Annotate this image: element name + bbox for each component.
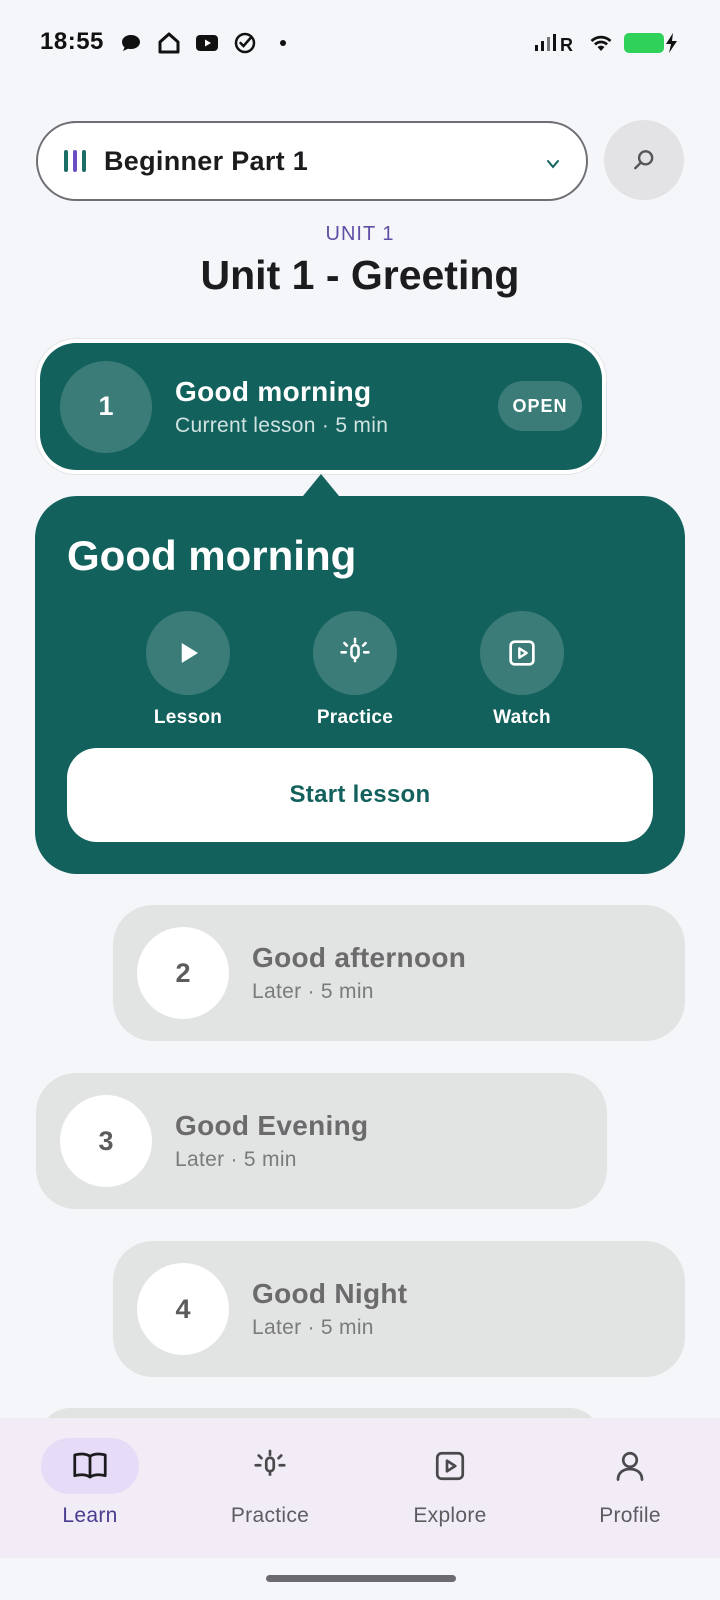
lesson-card-1[interactable]: 1 Good morning Current lesson · 5 min OP… xyxy=(40,343,602,470)
lesson-subtitle: Later · 5 min xyxy=(252,1316,374,1339)
book-icon xyxy=(73,1452,107,1479)
lesson-subtitle: Later · 5 min xyxy=(175,1148,297,1171)
nav-profile[interactable]: Profile xyxy=(540,1438,720,1528)
nav-label: Explore xyxy=(413,1504,487,1527)
signal-text: R xyxy=(560,35,573,55)
nav-practice[interactable]: Practice xyxy=(180,1438,360,1528)
home-icon xyxy=(156,30,182,56)
status-bar: 18:55 R xyxy=(0,0,720,86)
nav-explore[interactable]: Explore xyxy=(360,1438,540,1528)
watch-action[interactable]: Watch xyxy=(462,611,582,729)
status-time: 18:55 xyxy=(40,28,104,55)
panel-pointer xyxy=(303,474,339,496)
lesson-number: 1 xyxy=(60,360,152,453)
lesson-detail-panel: Good morning Lesson Practice Watch Start… xyxy=(35,496,685,874)
bottom-navigation: Learn Practice Explore Profile xyxy=(0,1418,720,1558)
practice-action[interactable]: Practice xyxy=(295,611,415,729)
lesson-subtitle: Later · 5 min xyxy=(252,980,374,1003)
start-lesson-button[interactable]: Start lesson xyxy=(67,748,653,842)
mic-sparkle-icon xyxy=(254,1449,286,1476)
video-play-icon xyxy=(435,1451,465,1481)
panel-title: Good morning xyxy=(67,532,357,579)
unit-kicker: UNIT 1 xyxy=(325,223,395,245)
status-notification-icons xyxy=(118,30,286,56)
course-level-icon xyxy=(64,150,86,172)
lesson-title: Good Night xyxy=(252,1278,408,1309)
course-selector[interactable]: Beginner Part 1 xyxy=(36,121,588,201)
mic-sparkle-icon xyxy=(340,637,370,663)
search-button[interactable] xyxy=(604,120,684,200)
battery-icon xyxy=(624,33,677,53)
lesson-number: 2 xyxy=(137,927,229,1019)
action-label: Practice xyxy=(316,707,394,728)
play-icon xyxy=(181,643,198,663)
youtube-icon xyxy=(194,30,220,56)
video-play-icon xyxy=(509,640,535,666)
lesson-title: Good afternoon xyxy=(252,942,467,973)
search-icon xyxy=(634,150,654,170)
course-name: Beginner Part 1 xyxy=(104,145,309,176)
charging-bolt-icon xyxy=(666,33,677,53)
lesson-action[interactable]: Lesson xyxy=(128,611,248,729)
action-label: Lesson xyxy=(153,707,223,728)
check-circle-icon xyxy=(232,30,258,56)
lesson-title: Good morning xyxy=(175,375,372,407)
nav-learn[interactable]: Learn xyxy=(0,1438,180,1528)
chevron-down-icon xyxy=(547,160,559,169)
wifi-icon xyxy=(588,30,614,56)
lesson-number: 4 xyxy=(137,1263,229,1355)
nav-label: Profile xyxy=(599,1504,661,1527)
unit-title: Unit 1 - Greeting xyxy=(200,252,520,298)
nav-label: Practice xyxy=(230,1504,310,1527)
home-indicator[interactable] xyxy=(266,1575,456,1582)
nav-label: Learn xyxy=(62,1504,118,1527)
lesson-card-2[interactable]: 2 Good afternoon Later · 5 min xyxy=(113,905,685,1041)
open-button[interactable]: OPEN xyxy=(498,381,582,431)
lesson-number: 3 xyxy=(60,1095,152,1187)
lesson-subtitle: Current lesson · 5 min xyxy=(175,413,389,437)
status-system-icons: R xyxy=(534,30,677,56)
chat-bubble-icon xyxy=(118,30,144,56)
lesson-card-4[interactable]: 4 Good Night Later · 5 min xyxy=(113,1241,685,1377)
lesson-card-3[interactable]: 3 Good Evening Later · 5 min xyxy=(36,1073,607,1209)
action-label: Watch xyxy=(493,707,551,728)
person-icon xyxy=(616,1451,644,1481)
cellular-signal-icon: R xyxy=(534,30,578,56)
dot-icon xyxy=(280,40,286,46)
lesson-title: Good Evening xyxy=(175,1110,369,1141)
